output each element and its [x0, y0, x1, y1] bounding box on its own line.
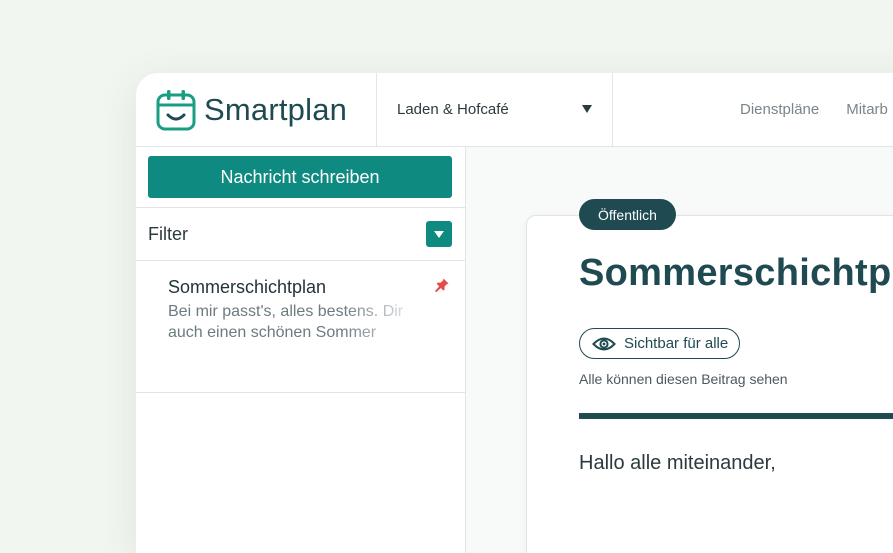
visibility-chip[interactable]: Sichtbar für alle [579, 328, 741, 359]
filter-toggle-icon[interactable] [426, 221, 452, 247]
logo[interactable]: Smartplan [156, 89, 347, 131]
nav-item-mitarbeiter[interactable]: Mitarb [846, 101, 888, 118]
compose-message-button[interactable]: Nachricht schreiben [148, 156, 452, 198]
eye-icon [592, 337, 616, 350]
public-badge: Öffentlich [579, 199, 676, 230]
location-select[interactable]: Laden & Hofcafé [377, 73, 612, 146]
nav-item-dienstplaene[interactable]: Dienstpläne [740, 101, 819, 118]
brand-name: Smartplan [204, 92, 348, 127]
sidebar: Nachricht schreiben Filter Sommerschicht… [136, 147, 466, 553]
location-label: Laden & Hofcafé [397, 101, 509, 118]
main-nav: Dienstpläne Mitarb [740, 73, 893, 146]
post-divider [579, 413, 893, 419]
sidebar-divider [136, 392, 465, 393]
app-window: Smartplan Laden & Hofcafé Dienstpläne Mi… [136, 73, 893, 553]
post-body: Hallo alle miteinander, [579, 452, 776, 474]
visibility-description: Alle können diesen Beitrag sehen [579, 371, 788, 387]
header-divider [612, 73, 613, 146]
post-title: Sommerschichtplan [579, 252, 893, 294]
message-preview: Bei mir passt's, alles bestens. Dir auch… [168, 303, 404, 341]
post-card: Sommerschichtplan Sichtbar für alle Alle… [526, 215, 893, 553]
filter-row[interactable]: Filter [136, 208, 465, 260]
visibility-label: Sichtbar für alle [624, 335, 729, 352]
message-list-item[interactable]: Sommerschichtplan Bei mir passt's, alles… [136, 261, 465, 392]
message-title: Sommerschichtplan [168, 277, 327, 297]
main-content: Sommerschichtplan Sichtbar für alle Alle… [466, 147, 893, 553]
calendar-smile-icon [156, 90, 196, 131]
header: Smartplan Laden & Hofcafé Dienstpläne Mi… [136, 73, 893, 147]
pin-icon [435, 278, 449, 293]
filter-label: Filter [148, 224, 188, 244]
caret-down-icon [582, 105, 592, 113]
